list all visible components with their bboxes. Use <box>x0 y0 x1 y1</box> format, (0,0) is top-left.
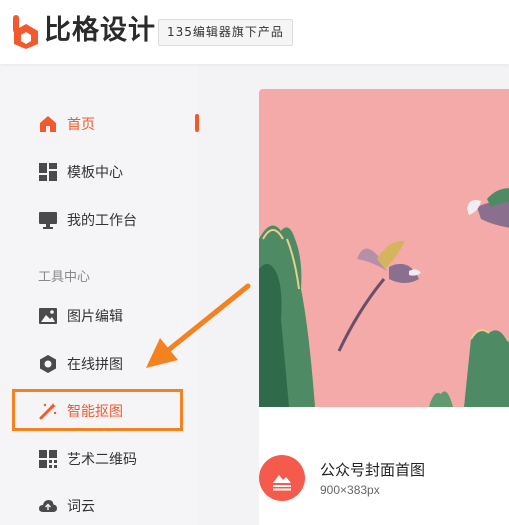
sidebar-item-workspace[interactable]: 我的工作台 <box>0 200 199 240</box>
highlight-box <box>12 389 183 431</box>
sidebar-item-label: 艺术二维码 <box>67 452 137 468</box>
qrcode-icon <box>38 449 58 469</box>
sidebar-item-templates[interactable]: 模板中心 <box>0 152 199 192</box>
logo-mark-icon <box>10 13 42 49</box>
collage-icon <box>38 354 58 374</box>
template-grid-icon <box>38 162 58 182</box>
cover-thumbnail[interactable] <box>259 89 509 407</box>
sidebar-item-home[interactable]: 首页 <box>0 104 199 144</box>
annotation-arrow-icon <box>146 283 251 368</box>
logo-text: 比格设计 <box>44 15 156 46</box>
sidebar-item-art-qrcode[interactable]: 艺术二维码 <box>0 439 199 479</box>
sidebar-item-label: 图片编辑 <box>67 309 123 325</box>
top-header: 比格设计 135编辑器旗下产品 <box>0 0 509 64</box>
card-info: 公众号封面首图 900×383px <box>259 407 509 525</box>
cover-category-icon <box>259 455 305 501</box>
sidebar-item-label: 词云 <box>67 499 95 515</box>
cloud-icon <box>38 496 58 516</box>
card-title: 公众号封面首图 <box>320 461 426 479</box>
brand-logo[interactable]: 比格设计 <box>10 11 156 51</box>
sidebar-item-label: 模板中心 <box>67 165 123 181</box>
image-edit-icon <box>38 306 58 326</box>
sidebar-item-label: 在线拼图 <box>67 357 123 373</box>
sidebar-item-label: 我的工作台 <box>67 213 137 229</box>
home-icon <box>38 114 58 134</box>
section-label-tools: 工具中心 <box>38 270 91 285</box>
sidebar-item-label: 首页 <box>67 117 95 133</box>
card-size: 900×383px <box>320 483 380 497</box>
tagline-badge: 135编辑器旗下产品 <box>158 19 293 46</box>
template-card[interactable]: 公众号封面首图 900×383px <box>259 89 509 525</box>
monitor-icon <box>38 210 58 230</box>
sidebar-item-word-cloud[interactable]: 词云 <box>0 486 199 525</box>
